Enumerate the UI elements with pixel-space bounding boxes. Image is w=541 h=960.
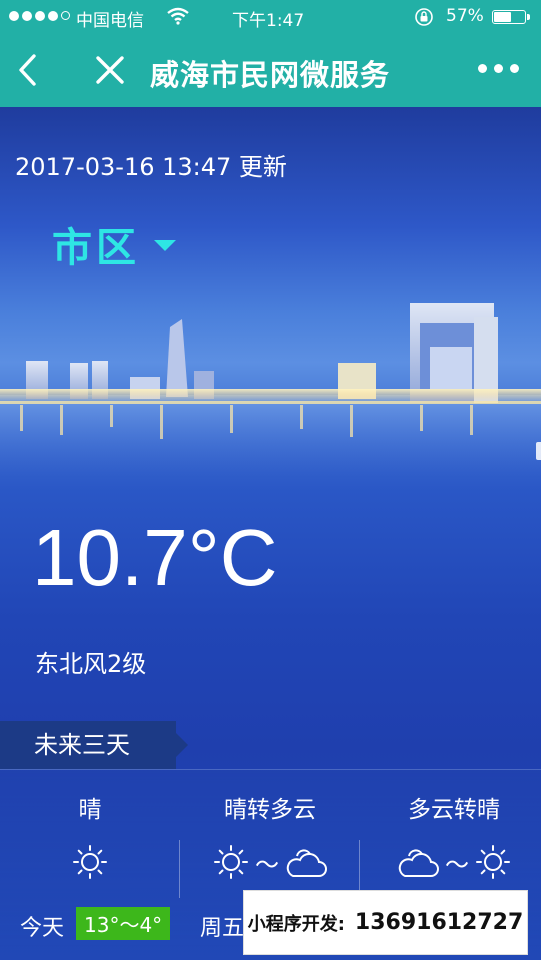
cloud-icon: [398, 849, 439, 877]
edge-handle: [536, 442, 541, 460]
rotation-lock-icon: [415, 8, 433, 26]
wifi-icon: [167, 7, 189, 25]
temperature-range-badge: 13°～4°: [76, 907, 171, 940]
nav-bar: 威海市民网微服务: [0, 34, 541, 107]
forecast-condition: 晴: [78, 797, 102, 823]
battery-percent: 57%: [446, 6, 484, 26]
caret-down-icon: [154, 239, 176, 251]
forecast-condition: 晴转多云: [224, 797, 316, 823]
sun-icon: [73, 845, 107, 879]
region-name: 市区: [52, 225, 140, 271]
forecast-tilde: ～: [445, 850, 469, 879]
sun-icon: [214, 845, 248, 879]
cloud-icon: [286, 849, 327, 877]
promo-phone: 13691612727: [354, 910, 524, 935]
carrier-name: 中国电信: [76, 11, 144, 31]
signal-strength-icon: [9, 11, 70, 21]
forecast-icons: ～: [364, 842, 541, 882]
wind-info: 东北风2级: [35, 650, 147, 678]
back-arrow-icon[interactable]: [12, 50, 46, 90]
forecast-tilde: ～: [255, 850, 279, 879]
region-selector[interactable]: 市区: [52, 215, 176, 273]
forecast-condition: 多云转晴: [408, 797, 500, 823]
forecast-icons: ～: [180, 842, 360, 882]
sun-icon: [476, 845, 510, 879]
city-skyline-image: [0, 303, 541, 477]
tab-future-three-days[interactable]: 未来三天: [0, 721, 188, 769]
update-time: 2017-03-16 13:47 更新: [15, 153, 287, 181]
forecast-day-label: 周五: [200, 916, 245, 941]
more-menu-icon[interactable]: [478, 64, 519, 73]
forecast-icons: [0, 842, 180, 882]
close-icon[interactable]: [92, 52, 128, 88]
forecast-day-today: 晴 今天 13°～4°: [0, 770, 180, 960]
promo-banner[interactable]: 小程序开发: 13691612727: [243, 890, 528, 955]
battery-icon: [492, 10, 530, 24]
weather-panel: 2017-03-16 13:47 更新 市区 10.7°C 东北风2级 未来三天…: [0, 107, 541, 960]
status-bar: 中国电信 下午1:47 57%: [0, 0, 541, 34]
page-title: 威海市民网微服务: [150, 58, 391, 92]
status-time: 下午1:47: [232, 11, 305, 31]
current-temperature: 10.7°C: [32, 513, 278, 602]
promo-label: 小程序开发:: [247, 913, 345, 935]
forecast-day-label: 今天: [20, 916, 65, 941]
